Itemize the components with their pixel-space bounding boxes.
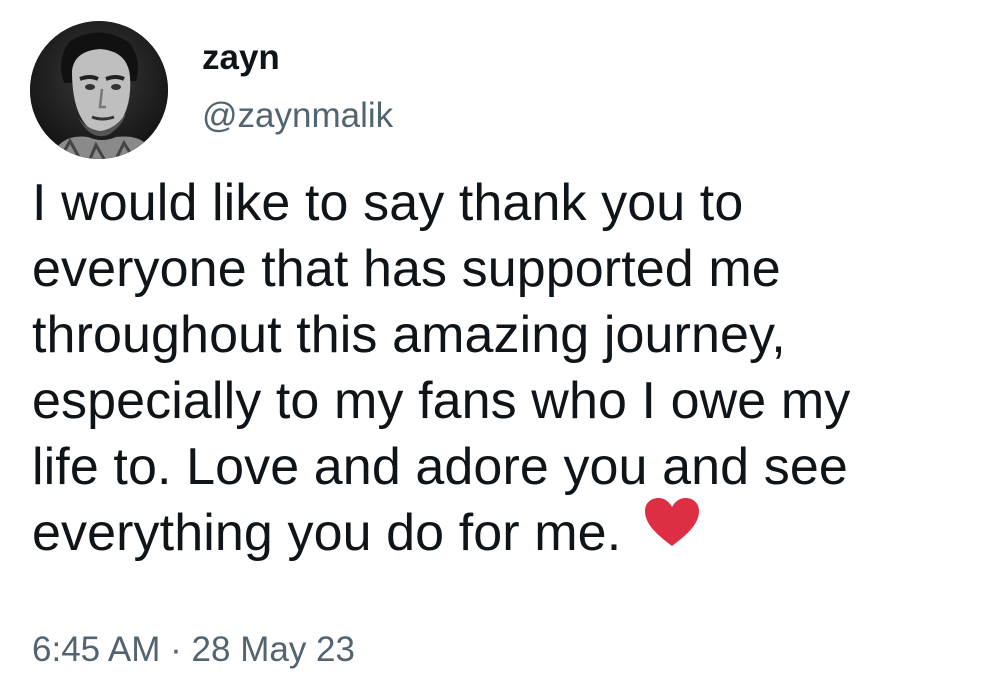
tweet-text-line: everything you do for me.: [32, 504, 622, 562]
tweet-card: zayn @zaynmalik I would like to say than…: [0, 0, 992, 691]
tweet-date: 28 May 23: [191, 630, 355, 669]
display-name[interactable]: zayn: [202, 38, 393, 78]
heart-icon: [643, 496, 701, 564]
user-handle[interactable]: @zaynmalik: [202, 96, 393, 136]
tweet-text-line: life to. Love and adore you and see: [32, 438, 848, 496]
avatar[interactable]: [30, 21, 168, 159]
tweet-text-line: throughout this amazing journey,: [32, 306, 786, 364]
separator-dot: ·: [170, 630, 182, 669]
tweet-text: I would like to say thank you to everyon…: [32, 170, 972, 570]
tweet-header: zayn @zaynmalik: [30, 20, 393, 160]
tweet-text-line: everyone that has supported me: [32, 240, 781, 298]
tweet-timestamp[interactable]: 6:45 AM · 28 May 23: [32, 628, 355, 672]
tweet-text-line: especially to my fans who I owe my: [32, 372, 851, 430]
tweet-text-last-line: everything you do for me.: [32, 498, 972, 570]
tweet-text-line: I would like to say thank you to: [32, 174, 744, 232]
tweet-time: 6:45 AM: [32, 630, 161, 669]
user-names: zayn @zaynmalik: [202, 38, 393, 136]
avatar-photo: [30, 21, 168, 159]
